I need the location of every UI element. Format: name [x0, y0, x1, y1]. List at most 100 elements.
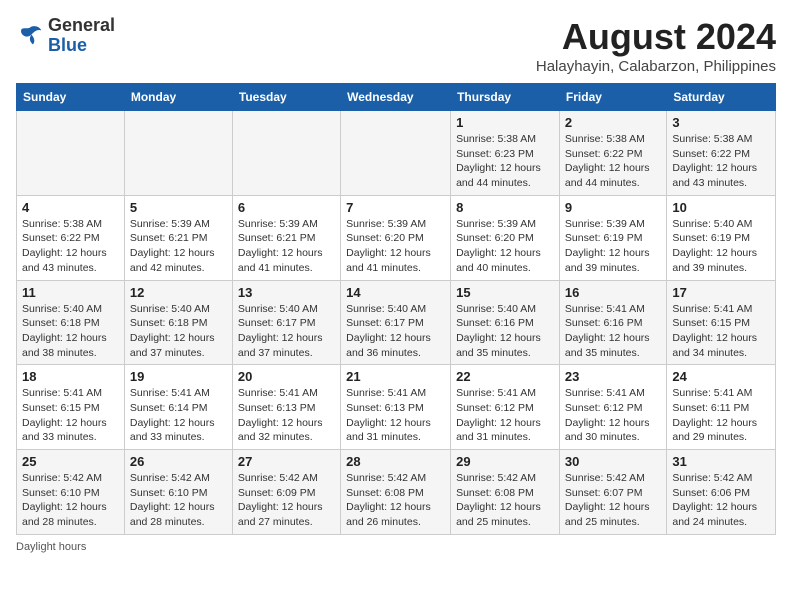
day-info: Sunrise: 5:38 AMSunset: 6:23 PMDaylight:… — [456, 132, 554, 191]
calendar-cell — [341, 111, 451, 196]
day-number: 5 — [130, 200, 227, 215]
logo-general: General — [48, 15, 115, 35]
calendar-cell: 28Sunrise: 5:42 AMSunset: 6:08 PMDayligh… — [341, 450, 451, 535]
day-info: Sunrise: 5:41 AMSunset: 6:12 PMDaylight:… — [456, 386, 554, 445]
calendar-cell: 3 Sunrise: 5:38 AMSunset: 6:22 PMDaylight… — [667, 111, 776, 196]
calendar-table: SundayMondayTuesdayWednesdayThursdayFrid… — [16, 83, 776, 535]
calendar-cell: 27Sunrise: 5:42 AMSunset: 6:09 PMDayligh… — [232, 450, 340, 535]
day-number: 9 — [565, 200, 661, 215]
day-info: Sunrise: 5:39 AMSunset: 6:21 PMDaylight:… — [130, 217, 227, 276]
calendar-cell: 10Sunrise: 5:40 AMSunset: 6:19 PMDayligh… — [667, 195, 776, 280]
calendar-cell: 18Sunrise: 5:41 AMSunset: 6:15 PMDayligh… — [17, 365, 125, 450]
week-row-3: 11 Sunrise: 5:40 AMSunset: 6:18 PMDayligh… — [17, 280, 776, 365]
page-header: General Blue August 2024 Halayhayin, Cal… — [16, 16, 776, 75]
calendar-header: SundayMondayTuesdayWednesdayThursdayFrid… — [17, 84, 776, 111]
week-row-1: 1 Sunrise: 5:38 AMSunset: 6:23 PMDaylight… — [17, 111, 776, 196]
day-number: 28 — [346, 454, 445, 469]
calendar-cell: 9 Sunrise: 5:39 AMSunset: 6:19 PMDaylight… — [559, 195, 666, 280]
calendar-cell — [17, 111, 125, 196]
day-number: 24 — [672, 369, 770, 384]
day-info: Sunrise: 5:41 AMSunset: 6:12 PMDaylight:… — [565, 386, 661, 445]
day-info: Sunrise: 5:40 AMSunset: 6:18 PMDaylight:… — [22, 302, 119, 361]
calendar-cell: 22 Sunrise: 5:41 AMSunset: 6:12 PMDayligh… — [451, 365, 560, 450]
day-info: Sunrise: 5:39 AMSunset: 6:19 PMDaylight:… — [565, 217, 661, 276]
calendar-cell: 13Sunrise: 5:40 AMSunset: 6:17 PMDayligh… — [232, 280, 340, 365]
calendar-cell — [232, 111, 340, 196]
logo-blue: Blue — [48, 35, 87, 55]
day-number: 4 — [22, 200, 119, 215]
day-info: Sunrise: 5:41 AMSunset: 6:13 PMDaylight:… — [238, 386, 335, 445]
day-number: 22 — [456, 369, 554, 384]
day-number: 8 — [456, 200, 554, 215]
day-info: Sunrise: 5:39 AMSunset: 6:21 PMDaylight:… — [238, 217, 335, 276]
day-info: Sunrise: 5:42 AMSunset: 6:06 PMDaylight:… — [672, 471, 770, 530]
week-row-2: 4 Sunrise: 5:38 AMSunset: 6:22 PMDaylight… — [17, 195, 776, 280]
day-number: 6 — [238, 200, 335, 215]
day-number: 23 — [565, 369, 661, 384]
calendar-cell: 21Sunrise: 5:41 AMSunset: 6:13 PMDayligh… — [341, 365, 451, 450]
calendar-cell: 1 Sunrise: 5:38 AMSunset: 6:23 PMDaylight… — [451, 111, 560, 196]
calendar-cell: 23 Sunrise: 5:41 AMSunset: 6:12 PMDayligh… — [559, 365, 666, 450]
header-day-wednesday: Wednesday — [341, 84, 451, 111]
calendar-cell: 4 Sunrise: 5:38 AMSunset: 6:22 PMDaylight… — [17, 195, 125, 280]
header-row: SundayMondayTuesdayWednesdayThursdayFrid… — [17, 84, 776, 111]
header-day-monday: Monday — [124, 84, 232, 111]
day-info: Sunrise: 5:42 AMSunset: 6:08 PMDaylight:… — [456, 471, 554, 530]
day-number: 10 — [672, 200, 770, 215]
day-number: 14 — [346, 285, 445, 300]
footer-note: Daylight hours — [16, 541, 776, 553]
day-info: Sunrise: 5:41 AMSunset: 6:14 PMDaylight:… — [130, 386, 227, 445]
day-number: 15 — [456, 285, 554, 300]
day-info: Sunrise: 5:42 AMSunset: 6:10 PMDaylight:… — [130, 471, 227, 530]
day-info: Sunrise: 5:41 AMSunset: 6:15 PMDaylight:… — [672, 302, 770, 361]
calendar-cell: 29 Sunrise: 5:42 AMSunset: 6:08 PMDayligh… — [451, 450, 560, 535]
day-number: 19 — [130, 369, 227, 384]
calendar-cell: 8 Sunrise: 5:39 AMSunset: 6:20 PMDaylight… — [451, 195, 560, 280]
logo-text: General Blue — [48, 16, 115, 56]
calendar-cell: 26 Sunrise: 5:42 AMSunset: 6:10 PMDayligh… — [124, 450, 232, 535]
day-number: 16 — [565, 285, 661, 300]
day-number: 7 — [346, 200, 445, 215]
header-day-sunday: Sunday — [17, 84, 125, 111]
calendar-cell: 24Sunrise: 5:41 AMSunset: 6:11 PMDayligh… — [667, 365, 776, 450]
week-row-4: 18Sunrise: 5:41 AMSunset: 6:15 PMDayligh… — [17, 365, 776, 450]
day-number: 1 — [456, 115, 554, 130]
day-info: Sunrise: 5:40 AMSunset: 6:16 PMDaylight:… — [456, 302, 554, 361]
calendar-cell: 7 Sunrise: 5:39 AMSunset: 6:20 PMDaylight… — [341, 195, 451, 280]
day-number: 13 — [238, 285, 335, 300]
calendar-cell: 5 Sunrise: 5:39 AMSunset: 6:21 PMDaylight… — [124, 195, 232, 280]
day-number: 26 — [130, 454, 227, 469]
day-info: Sunrise: 5:40 AMSunset: 6:17 PMDaylight:… — [346, 302, 445, 361]
week-row-5: 25 Sunrise: 5:42 AMSunset: 6:10 PMDayligh… — [17, 450, 776, 535]
title-block: August 2024 Halayhayin, Calabarzon, Phil… — [536, 16, 776, 75]
day-info: Sunrise: 5:38 AMSunset: 6:22 PMDaylight:… — [672, 132, 770, 191]
header-day-thursday: Thursday — [451, 84, 560, 111]
day-number: 21 — [346, 369, 445, 384]
month-title: August 2024 — [536, 16, 776, 58]
calendar-cell — [124, 111, 232, 196]
calendar-cell: 11 Sunrise: 5:40 AMSunset: 6:18 PMDayligh… — [17, 280, 125, 365]
day-info: Sunrise: 5:41 AMSunset: 6:16 PMDaylight:… — [565, 302, 661, 361]
header-day-friday: Friday — [559, 84, 666, 111]
day-number: 17 — [672, 285, 770, 300]
day-number: 31 — [672, 454, 770, 469]
logo: General Blue — [16, 16, 115, 56]
day-number: 20 — [238, 369, 335, 384]
day-number: 3 — [672, 115, 770, 130]
day-info: Sunrise: 5:38 AMSunset: 6:22 PMDaylight:… — [22, 217, 119, 276]
calendar-body: 1 Sunrise: 5:38 AMSunset: 6:23 PMDaylight… — [17, 111, 776, 535]
day-number: 29 — [456, 454, 554, 469]
calendar-cell: 19 Sunrise: 5:41 AMSunset: 6:14 PMDayligh… — [124, 365, 232, 450]
header-day-saturday: Saturday — [667, 84, 776, 111]
day-number: 25 — [22, 454, 119, 469]
calendar-cell: 30Sunrise: 5:42 AMSunset: 6:07 PMDayligh… — [559, 450, 666, 535]
day-info: Sunrise: 5:39 AMSunset: 6:20 PMDaylight:… — [346, 217, 445, 276]
day-info: Sunrise: 5:40 AMSunset: 6:18 PMDaylight:… — [130, 302, 227, 361]
day-info: Sunrise: 5:42 AMSunset: 6:10 PMDaylight:… — [22, 471, 119, 530]
day-info: Sunrise: 5:39 AMSunset: 6:20 PMDaylight:… — [456, 217, 554, 276]
calendar-cell: 2Sunrise: 5:38 AMSunset: 6:22 PMDaylight… — [559, 111, 666, 196]
calendar-cell: 16 Sunrise: 5:41 AMSunset: 6:16 PMDayligh… — [559, 280, 666, 365]
day-number: 11 — [22, 285, 119, 300]
calendar-cell: 6 Sunrise: 5:39 AMSunset: 6:21 PMDaylight… — [232, 195, 340, 280]
day-number: 18 — [22, 369, 119, 384]
